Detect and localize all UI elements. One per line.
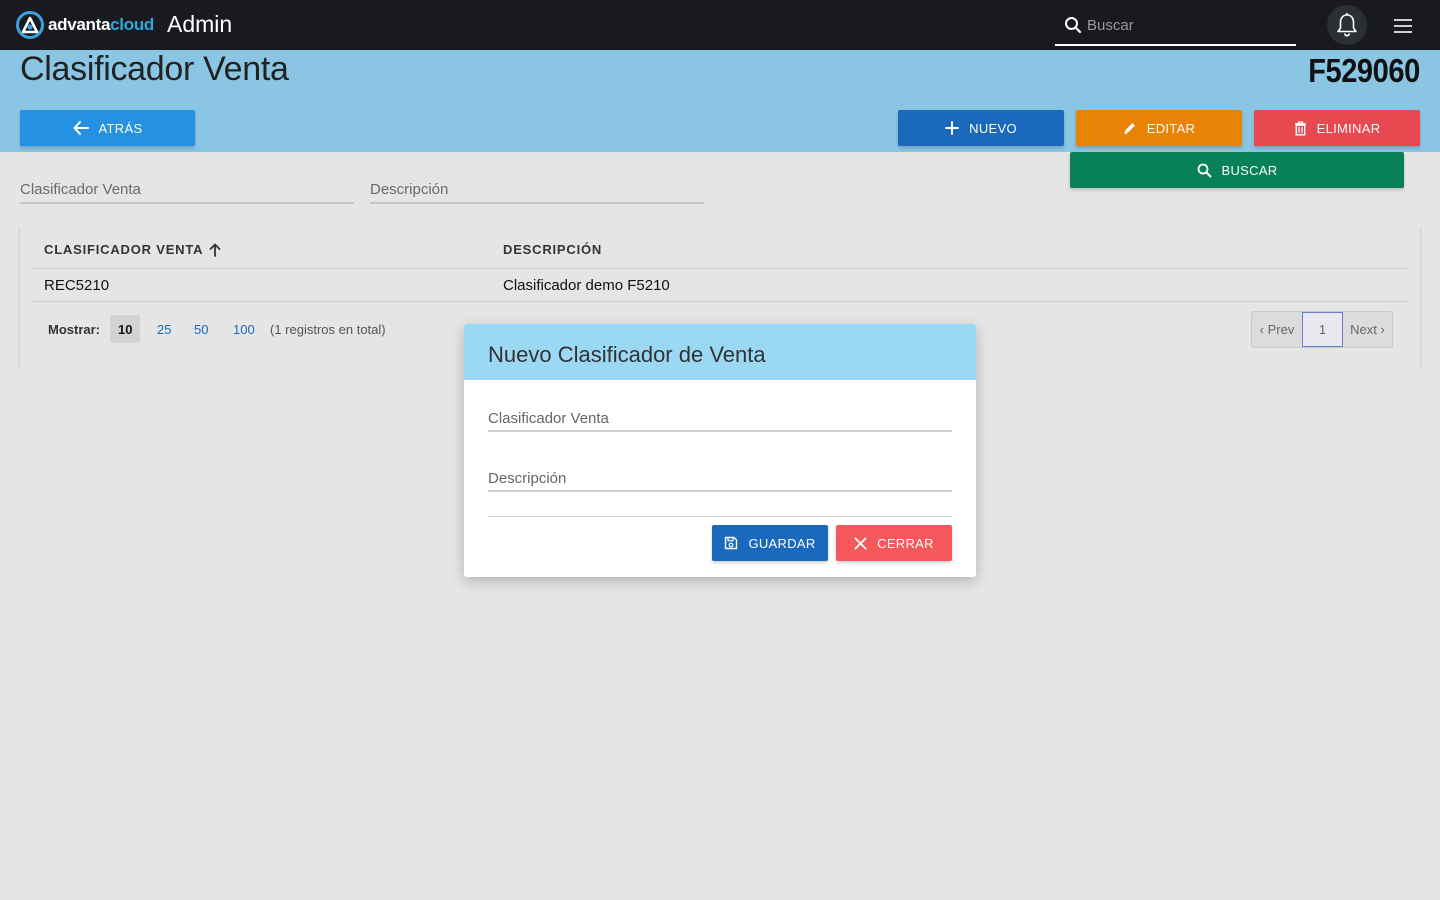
sort-ascending-icon	[209, 243, 221, 257]
next-page-button[interactable]: Next ›	[1343, 312, 1392, 347]
floppy-disk-icon	[725, 536, 738, 550]
save-button-label: GUARDAR	[748, 535, 816, 551]
menu-icon	[1394, 19, 1412, 33]
column-header-descripcion[interactable]: DESCRIPCIÓN	[503, 242, 602, 257]
close-button-label: CERRAR	[877, 535, 934, 551]
logo-icon	[16, 11, 44, 39]
column-header-clasificador[interactable]: CLASIFICADOR VENTA	[44, 242, 221, 257]
page-button-1[interactable]: 1	[1302, 312, 1343, 347]
filter-descripcion-input[interactable]	[370, 176, 704, 202]
page-size-100[interactable]: 100	[225, 315, 263, 343]
total-records: (1 registros en total)	[270, 322, 386, 337]
pagination: ‹ Prev 1 Next ›	[1251, 311, 1393, 348]
column-header-label: DESCRIPCIÓN	[503, 242, 603, 257]
page-size-25[interactable]: 25	[149, 315, 179, 343]
column-header-label: CLASIFICADOR VENTA	[44, 242, 204, 257]
delete-button-label: ELIMINAR	[1316, 120, 1381, 136]
save-button[interactable]: GUARDAR	[712, 525, 828, 561]
back-button[interactable]: ATRÁS	[20, 110, 195, 146]
new-button[interactable]: NUEVO	[898, 110, 1064, 146]
table-header-divider	[32, 268, 1408, 269]
modal-footer-divider	[488, 516, 952, 517]
modal-clasificador-field	[488, 406, 952, 432]
search-icon	[1197, 163, 1211, 177]
edit-button[interactable]: EDITAR	[1076, 110, 1242, 146]
filter-descripcion-field	[370, 176, 704, 204]
filter-clasificador-input[interactable]	[20, 176, 354, 202]
pencil-icon	[1124, 123, 1135, 135]
plus-icon	[945, 121, 960, 135]
bell-icon	[1337, 13, 1357, 37]
logo-text: advantacloud	[48, 15, 154, 34]
arrow-left-icon	[73, 121, 89, 135]
close-button[interactable]: CERRAR	[836, 525, 952, 561]
advantacloud-logo[interactable]: advantacloud	[16, 11, 154, 39]
top-navbar: advantacloud Admin	[0, 0, 1440, 50]
search-icon	[1065, 17, 1082, 34]
app-title: Admin	[167, 11, 233, 37]
search-button[interactable]: BUSCAR	[1070, 152, 1404, 188]
filter-clasificador-field	[20, 176, 354, 204]
page-title: Clasificador Venta	[20, 50, 289, 88]
global-search[interactable]	[1055, 6, 1296, 46]
page-size-10[interactable]: 10	[110, 315, 141, 343]
search-button-label: BUSCAR	[1221, 162, 1278, 178]
modal-clasificador-input[interactable]	[488, 406, 952, 430]
new-button-label: NUEVO	[969, 120, 1017, 136]
trash-icon	[1294, 121, 1306, 136]
new-clasificador-modal: Nuevo Clasificador de Venta GUARDAR CERR…	[464, 324, 976, 577]
record-code: F529060	[1308, 52, 1420, 89]
modal-title: Nuevo Clasificador de Venta	[488, 342, 766, 367]
page-size-50[interactable]: 50	[186, 315, 216, 343]
global-search-input[interactable]	[1087, 14, 1287, 36]
page-size-label: Mostrar:	[48, 322, 101, 337]
delete-button[interactable]: ELIMINAR	[1254, 110, 1420, 146]
table-row-divider	[32, 301, 1408, 302]
hamburger-menu-button[interactable]	[1392, 14, 1416, 38]
modal-header: Nuevo Clasificador de Venta	[464, 324, 976, 380]
close-icon	[854, 537, 867, 549]
back-button-label: ATRÁS	[98, 120, 143, 136]
edit-button-label: EDITAR	[1146, 120, 1196, 136]
table-cell-clasificador[interactable]: REC5210	[44, 277, 109, 294]
prev-page-button[interactable]: ‹ Prev	[1252, 312, 1302, 347]
modal-descripcion-input[interactable]	[488, 466, 952, 490]
notifications-button[interactable]	[1327, 5, 1367, 45]
table-cell-descripcion[interactable]: Clasificador demo F5210	[503, 277, 670, 294]
modal-descripcion-field	[488, 466, 952, 492]
